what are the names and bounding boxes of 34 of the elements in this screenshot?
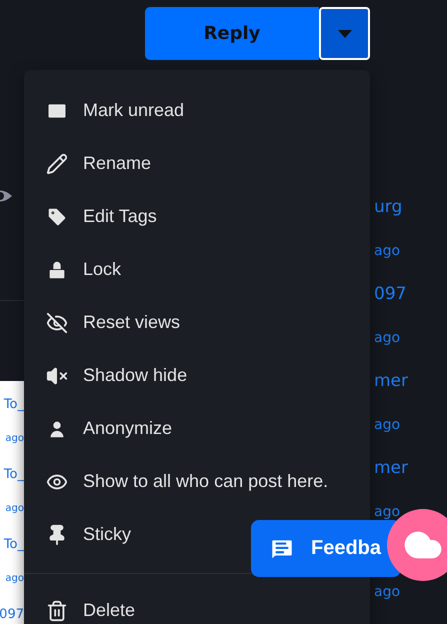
- menu-item[interactable]: Delete: [46, 584, 136, 624]
- menu-item[interactable]: Shadow hide: [46, 349, 188, 402]
- topic-link[interactable]: To_: [4, 466, 24, 484]
- user-link[interactable]: mer: [374, 370, 408, 392]
- topic-link[interactable]: To_: [4, 396, 24, 414]
- caret-icon: [338, 30, 352, 38]
- feedback-button[interactable]: Feedba: [251, 520, 401, 577]
- menu-item[interactable]: Edit Tags: [46, 190, 157, 243]
- user-link[interactable]: mer: [374, 457, 408, 479]
- menu-item[interactable]: Mark unread: [46, 84, 184, 137]
- menu-item[interactable]: Anonymize: [46, 402, 172, 455]
- pencil-icon: [46, 152, 68, 174]
- user-link[interactable]: urg: [374, 196, 402, 218]
- menu-item[interactable]: Rename: [46, 137, 152, 190]
- eye-slash-icon: [46, 312, 68, 334]
- menu-item[interactable]: Lock: [46, 243, 122, 296]
- topic-link[interactable]: 097: [0, 606, 24, 624]
- timestamp: ago: [374, 242, 400, 260]
- user-link[interactable]: 097: [374, 283, 406, 305]
- trash-icon: [46, 600, 68, 622]
- timestamp: ago: [5, 502, 24, 516]
- timestamp: ago: [374, 329, 400, 347]
- dropdown-toggle[interactable]: [319, 7, 370, 60]
- topic-link[interactable]: To_: [4, 536, 24, 554]
- menu-item[interactable]: Sticky: [46, 508, 132, 561]
- timestamp: ago: [374, 416, 400, 434]
- timestamp: ago: [5, 432, 24, 446]
- reply-button[interactable]: Reply: [145, 7, 319, 60]
- tag-icon: [46, 206, 68, 228]
- menu-item[interactable]: Reset views: [46, 296, 180, 349]
- timestamp: ago: [374, 503, 400, 521]
- timestamp: ago: [5, 572, 24, 586]
- timestamp: ago: [374, 583, 400, 601]
- menu-item[interactable]: Show to all who can post here.: [46, 455, 328, 508]
